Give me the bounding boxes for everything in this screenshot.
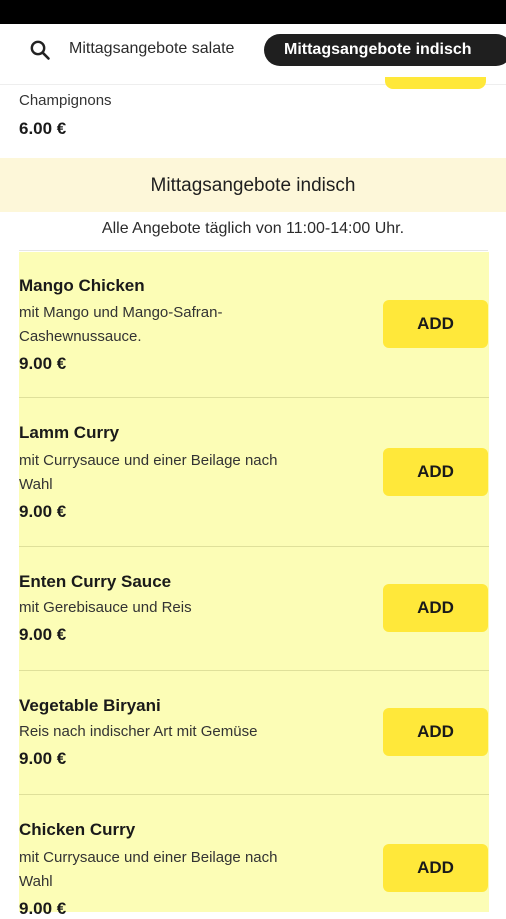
divider (19, 250, 488, 251)
item-description: mit Mango und Mango-Safran-Cashewnussauc… (19, 304, 223, 345)
menu-item-list: Mango Chicken mit Mango und Mango-Safran… (19, 252, 489, 918)
menu-item[interactable]: Chicken Curry mit Currysauce und einer B… (19, 796, 489, 918)
item-name: Lamm Curry (19, 423, 120, 442)
tab-mittagsangebote-indisch[interactable]: Mittagsangebote indisch (264, 34, 506, 66)
add-button[interactable]: ADD (383, 584, 488, 632)
add-button[interactable]: ADD (383, 708, 488, 756)
add-button[interactable]: ADD (383, 844, 488, 892)
item-price: 6.00 € (19, 119, 67, 138)
item-price: 9.00 € (19, 749, 67, 768)
divider (19, 397, 489, 398)
add-button[interactable]: ADD (383, 448, 488, 496)
section-title: Mittagsangebote indisch (150, 175, 356, 196)
section-header: Mittagsangebote indisch (0, 158, 506, 212)
tab-mittagsangebote-salate[interactable]: Mittagsangebote salate (69, 40, 234, 58)
item-price: 9.00 € (19, 899, 67, 918)
item-name: Mango Chicken (19, 276, 145, 295)
search-icon[interactable] (29, 39, 51, 61)
item-name: Chicken Curry (19, 820, 136, 839)
status-bar (0, 0, 506, 24)
previous-menu-item: Champignons 6.00 € (0, 77, 506, 155)
section-note: Alle Angebote täglich von 11:00-14:00 Uh… (101, 220, 405, 237)
divider (19, 546, 489, 547)
add-button[interactable] (385, 77, 486, 89)
add-button[interactable]: ADD (383, 300, 488, 348)
item-price: 9.00 € (19, 625, 67, 644)
item-description: mit Currysauce und einer Beilage nach Wa… (19, 452, 278, 493)
item-name: Vegetable Biryani (19, 696, 161, 715)
menu-item[interactable]: Enten Curry Sauce mit Gerebisauce und Re… (19, 548, 489, 671)
menu-item[interactable]: Lamm Curry mit Currysauce und einer Beil… (19, 399, 489, 547)
divider (19, 794, 489, 795)
divider (19, 670, 489, 671)
menu-item[interactable]: Mango Chicken mit Mango und Mango-Safran… (19, 252, 489, 398)
item-name: Enten Curry Sauce (19, 572, 172, 591)
item-description: Reis nach indischer Art mit Gemüse (19, 723, 258, 740)
item-price: 9.00 € (19, 354, 67, 373)
item-price: 9.00 € (19, 502, 67, 521)
item-description: Champignons (19, 92, 112, 109)
category-tab-bar: Mittagsangebote salate Mittagsangebote i… (0, 24, 506, 85)
item-description: mit Gerebisauce und Reis (19, 599, 192, 616)
menu-item[interactable]: Vegetable Biryani Reis nach indischer Ar… (19, 672, 489, 795)
item-description: mit Currysauce und einer Beilage nach Wa… (19, 849, 278, 890)
